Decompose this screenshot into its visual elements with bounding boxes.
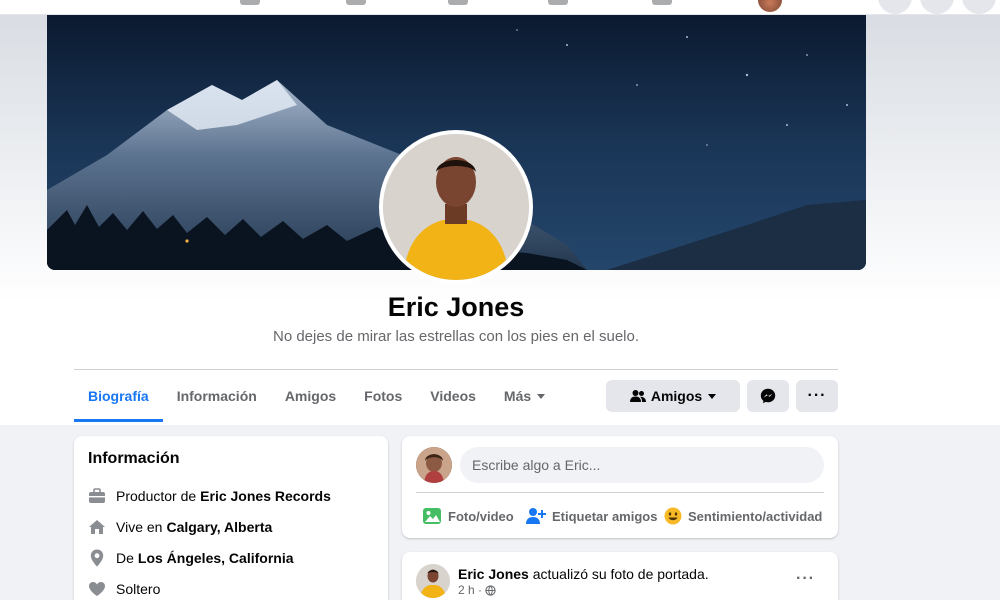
top-navigation-bar xyxy=(0,0,1000,15)
composer-divider xyxy=(416,492,824,493)
intro-row-work: Productor de Eric Jones Records xyxy=(88,480,374,511)
messenger-nav-button[interactable] xyxy=(920,0,954,14)
intro-row-value[interactable]: Los Ángeles, California xyxy=(138,550,294,566)
tab-videos[interactable]: Videos xyxy=(416,370,490,422)
profile-picture[interactable] xyxy=(379,130,533,284)
chevron-down-icon xyxy=(537,393,546,399)
post-options-button[interactable]: ··· xyxy=(796,570,815,588)
post-action-text: actualizó su foto de portada. xyxy=(532,566,709,582)
intro-row-hometown: De Los Ángeles, California xyxy=(88,542,374,573)
intro-row-label: Vive en xyxy=(116,518,163,535)
post-author-name[interactable]: Eric Jones xyxy=(458,566,529,582)
chevron-down-icon xyxy=(708,393,717,399)
friends-button[interactable]: Amigos xyxy=(606,380,740,412)
viewer-avatar[interactable] xyxy=(416,447,452,483)
intro-row-label: Productor de xyxy=(116,487,197,504)
friends-icon xyxy=(629,389,646,403)
gaming-nav-icon[interactable] xyxy=(652,0,672,5)
post-card: Eric Jones actualizó su foto de portada.… xyxy=(402,552,838,600)
intro-card: Información Productor de Eric Jones Recor… xyxy=(74,436,388,600)
post-header: Eric Jones actualizó su foto de portada. xyxy=(458,566,709,582)
composer-input[interactable]: Escribe algo a Eric... xyxy=(460,447,824,483)
intro-title: Información xyxy=(88,450,180,467)
tag-friends-button[interactable]: Etiquetar amigos xyxy=(526,502,657,530)
feeling-activity-label: Sentimiento/actividad xyxy=(688,508,823,524)
tab-label: Información xyxy=(176,388,257,404)
tab-label: Más xyxy=(503,388,532,404)
messenger-icon xyxy=(760,388,776,404)
tab-timeline[interactable]: Biografía xyxy=(74,370,163,422)
photo-video-label: Foto/video xyxy=(448,508,514,524)
friends-button-label: Amigos xyxy=(650,388,703,404)
messenger-button[interactable] xyxy=(747,380,789,412)
more-options-button[interactable]: ··· xyxy=(796,380,838,412)
tab-photos[interactable]: Fotos xyxy=(350,370,416,422)
feeling-activity-button[interactable]: Sentimiento/actividad xyxy=(664,502,822,530)
photo-icon xyxy=(422,507,442,525)
marketplace-nav-icon[interactable] xyxy=(448,0,468,5)
photo-video-button[interactable]: Foto/video xyxy=(422,502,514,530)
profile-name: Eric Jones xyxy=(387,292,525,322)
intro-row-value[interactable]: Eric Jones Records xyxy=(200,488,331,504)
globe-icon xyxy=(485,584,496,596)
post-meta: 2 h · xyxy=(458,583,496,597)
location-pin-icon xyxy=(88,549,106,567)
intro-row-label: De xyxy=(116,549,134,566)
tab-label: Amigos xyxy=(284,388,337,404)
tab-label: Fotos xyxy=(364,388,403,404)
profile-tabs: Biografía Información Amigos Fotos Video… xyxy=(74,370,559,422)
intro-row-home: Vive en Calgary, Alberta xyxy=(88,511,374,542)
account-avatar[interactable] xyxy=(758,0,782,12)
heart-icon xyxy=(88,580,106,598)
intro-row-value[interactable]: Calgary, Alberta xyxy=(166,519,272,535)
profile-photo-image xyxy=(383,134,529,280)
post-composer: Escribe algo a Eric... Foto/video Etique… xyxy=(402,436,838,538)
tab-about[interactable]: Información xyxy=(163,370,271,422)
watch-nav-icon[interactable] xyxy=(346,0,366,5)
home-nav-icon[interactable] xyxy=(240,0,260,5)
tab-label: Videos xyxy=(430,388,476,404)
feeling-icon xyxy=(664,507,682,525)
tab-more[interactable]: Más xyxy=(490,370,559,422)
profile-bio: No dejes de mirar las estrellas con los … xyxy=(272,328,639,345)
menu-button[interactable] xyxy=(878,0,912,14)
groups-nav-icon[interactable] xyxy=(548,0,568,5)
notifications-button[interactable] xyxy=(962,0,996,14)
briefcase-icon xyxy=(88,487,106,505)
tab-label: Biografía xyxy=(88,388,149,404)
home-icon xyxy=(88,518,106,536)
tag-friends-label: Etiquetar amigos xyxy=(552,508,658,524)
tab-friends[interactable]: Amigos xyxy=(271,370,350,422)
tag-friends-icon xyxy=(526,507,546,525)
intro-row-label: Soltero xyxy=(116,580,161,597)
intro-row-relationship: Soltero xyxy=(88,573,374,600)
post-timestamp[interactable]: 2 h · xyxy=(458,583,482,597)
post-author-avatar[interactable] xyxy=(416,564,450,598)
